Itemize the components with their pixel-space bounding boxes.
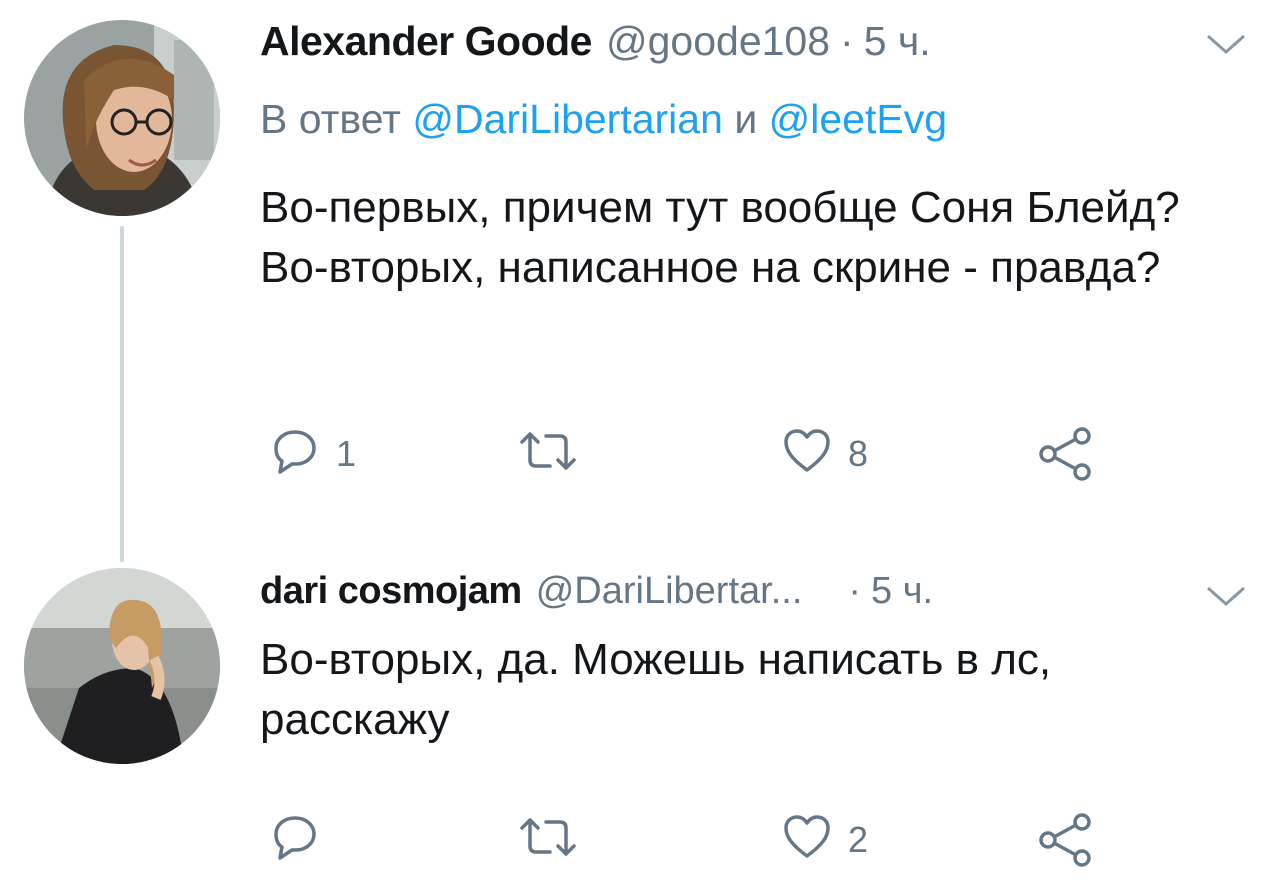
share-icon: [1036, 426, 1096, 487]
like-button[interactable]: 8: [782, 426, 868, 481]
chevron-down-icon[interactable]: [1204, 582, 1248, 615]
like-button[interactable]: 2: [782, 812, 868, 867]
reply-prefix: В ответ: [260, 96, 401, 142]
share-button[interactable]: [1036, 812, 1096, 873]
chevron-down-icon[interactable]: [1204, 30, 1248, 63]
tweet-header: dari cosmojam @DariLibertar... · 5 ч.: [260, 570, 933, 622]
separator-dot: ·: [848, 570, 862, 612]
tweet-1[interactable]: Alexander Goode @goode108 · 5 ч. В ответ…: [0, 0, 1280, 560]
like-count: 2: [848, 818, 869, 860]
mention-link[interactable]: @DariLibertarian: [412, 96, 723, 142]
retweet-button[interactable]: [518, 812, 594, 867]
like-count: 8: [848, 432, 869, 474]
retweet-button[interactable]: [518, 426, 594, 481]
tweet-2[interactable]: dari cosmojam @DariLibertar... · 5 ч. Во…: [0, 560, 1280, 888]
mention-link[interactable]: @leetEvg: [769, 96, 947, 142]
share-button[interactable]: [1036, 426, 1096, 487]
tweet-header: Alexander Goode @goode108 · 5 ч.: [260, 18, 931, 74]
like-icon: [782, 426, 832, 481]
retweet-icon: [518, 426, 578, 481]
reply-button[interactable]: 1: [270, 426, 356, 481]
author-name[interactable]: Alexander Goode: [260, 18, 592, 65]
reply-and: и: [734, 96, 758, 142]
reply-button[interactable]: [270, 812, 336, 867]
tweet-text: Во-первых, причем тут вообще Соня Блейд?…: [260, 183, 1180, 292]
reply-icon: [270, 426, 320, 481]
timestamp[interactable]: 5 ч.: [864, 18, 931, 65]
author-handle[interactable]: @goode108: [606, 18, 830, 65]
reply-context: В ответ @DariLibertarian и @leetEvg: [260, 96, 947, 143]
reply-icon: [270, 812, 320, 867]
avatar[interactable]: [24, 20, 220, 216]
tweet-actions: 1 8: [270, 426, 1170, 482]
reply-count: 1: [336, 432, 357, 474]
tweet-text: Во-вторых, да. Можешь написать в лс, рас…: [260, 635, 1052, 744]
timestamp[interactable]: 5 ч.: [871, 570, 933, 613]
author-handle[interactable]: @DariLibertar...: [536, 570, 803, 613]
retweet-icon: [518, 812, 578, 867]
author-name[interactable]: dari cosmojam: [260, 570, 522, 613]
separator-dot: ·: [840, 18, 854, 64]
like-icon: [782, 812, 832, 867]
share-icon: [1036, 812, 1096, 873]
avatar[interactable]: [24, 568, 220, 764]
tweet-actions: 2: [270, 812, 1170, 868]
